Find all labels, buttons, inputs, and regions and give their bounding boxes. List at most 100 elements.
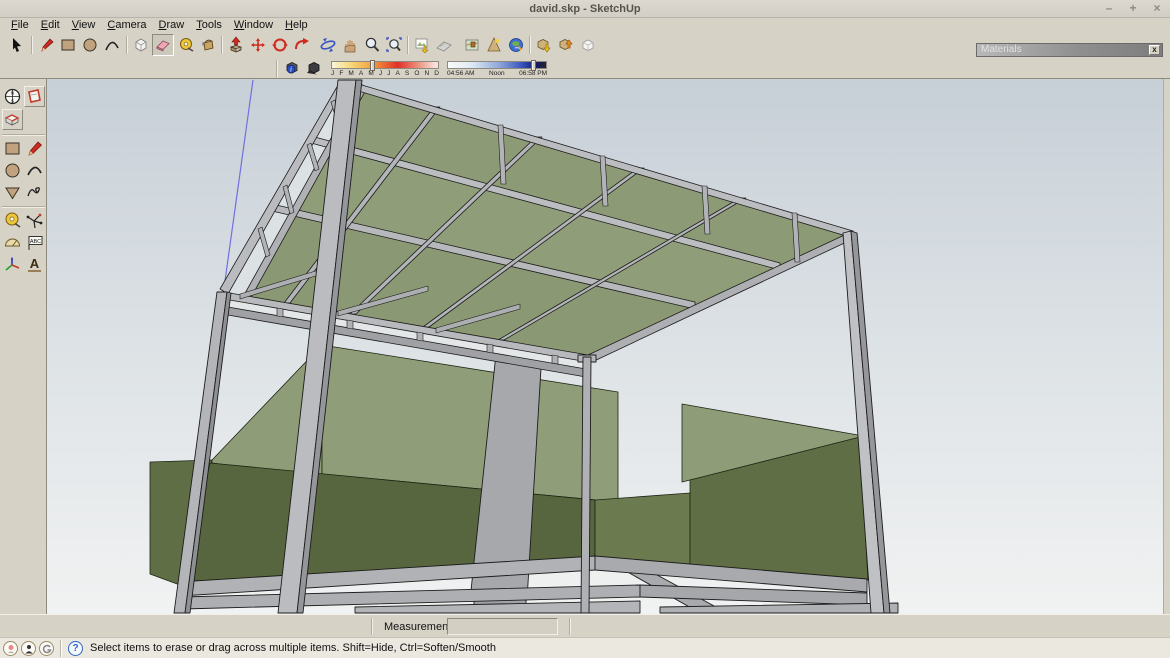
menu-view[interactable]: View — [66, 18, 102, 33]
toolbar-separator — [529, 36, 531, 54]
select-tool-button[interactable] — [6, 34, 28, 56]
svg-text:ABC: ABC — [30, 239, 41, 245]
toolbar-separator — [221, 36, 223, 54]
rectangle-icon — [59, 36, 77, 54]
move-tool-button[interactable] — [247, 34, 269, 56]
toolbar-separator — [126, 36, 128, 54]
get-view-icon — [413, 36, 431, 54]
make-component-button[interactable] — [130, 34, 152, 56]
menu-draw[interactable]: Draw — [153, 18, 191, 33]
left-tool-palette: NS — [0, 79, 47, 614]
get-models-icon — [535, 36, 553, 54]
component-cube-icon — [132, 36, 150, 54]
component-box-button[interactable] — [577, 34, 599, 56]
share-model-icon — [557, 36, 575, 54]
preview-google-earth-button[interactable] — [505, 34, 527, 56]
compass-tool-button[interactable]: NS — [2, 86, 23, 107]
zoom-extents-icon — [385, 36, 403, 54]
share-model-button[interactable] — [555, 34, 577, 56]
measurements-input[interactable] — [447, 618, 558, 635]
orbit-tool-button[interactable] — [317, 34, 339, 56]
freehand-icon — [25, 183, 44, 202]
3d-text-icon: A — [25, 255, 44, 274]
shadow-settings-button[interactable]: i — [281, 58, 303, 78]
menu-window[interactable]: Window — [228, 18, 279, 33]
date-gradient-strip — [331, 61, 439, 69]
pan-tool-button[interactable] — [339, 34, 361, 56]
photo-textures-icon — [485, 36, 503, 54]
arc-tool-button[interactable] — [101, 34, 123, 56]
menu-camera[interactable]: Camera — [101, 18, 152, 33]
credit-status-icon[interactable] — [21, 641, 36, 656]
rectangle-tool-button[interactable] — [57, 34, 79, 56]
status-separator — [60, 640, 62, 657]
palette-axes-button[interactable] — [2, 254, 23, 275]
eraser-icon — [154, 36, 172, 54]
zoom-extents-button[interactable] — [383, 34, 405, 56]
move-icon — [249, 36, 267, 54]
shadow-time-slider[interactable]: 04:56 AMNoon06:58 PM — [447, 60, 547, 77]
section-cut-icon — [3, 110, 22, 129]
signin-status-icon[interactable] — [39, 641, 54, 656]
zoom-tool-button[interactable] — [361, 34, 383, 56]
close-button[interactable]: × — [1150, 0, 1164, 18]
help-icon[interactable]: ? — [68, 641, 83, 656]
arc-icon — [25, 161, 44, 180]
section-plane-button[interactable] — [24, 86, 45, 107]
polygon-icon — [3, 183, 22, 202]
svg-text:N: N — [11, 91, 14, 96]
add-location-button[interactable] — [461, 34, 483, 56]
minimize-button[interactable]: – — [1102, 0, 1116, 18]
shadow-settings-icon: i — [283, 59, 301, 77]
get-current-view-button[interactable] — [411, 34, 433, 56]
push-pull-button[interactable] — [225, 34, 247, 56]
palette-tape-measure-button[interactable] — [2, 210, 23, 231]
get-models-button[interactable] — [533, 34, 555, 56]
palette-3d-text-button[interactable]: A — [24, 254, 45, 275]
palette-arc-button[interactable] — [24, 160, 45, 181]
materials-panel-titlebar[interactable]: Materials x — [976, 43, 1163, 57]
palette-axes-tool-button[interactable] — [24, 210, 45, 231]
toggle-shadows-button[interactable] — [303, 58, 325, 78]
menu-edit[interactable]: Edit — [35, 18, 66, 33]
follow-me-button[interactable] — [291, 34, 313, 56]
push-pull-icon — [227, 36, 245, 54]
palette-line-button[interactable] — [24, 138, 45, 159]
rotate-icon — [271, 36, 289, 54]
palette-text-button[interactable]: ABC — [24, 232, 45, 253]
add-location-icon — [463, 36, 481, 54]
date-slider-thumb[interactable] — [370, 60, 375, 71]
toggle-terrain-button[interactable] — [433, 34, 455, 56]
menu-help[interactable]: Help — [279, 18, 314, 33]
palette-separator — [2, 206, 45, 208]
tape-measure-button[interactable] — [175, 34, 197, 56]
palette-freehand-button[interactable] — [24, 182, 45, 203]
menu-bar: File Edit View Camera Draw Tools Window … — [0, 18, 1170, 33]
menu-file[interactable]: File — [5, 18, 35, 33]
time-slider-thumb[interactable] — [531, 60, 536, 71]
line-tool-button[interactable] — [35, 34, 57, 56]
palette-circle-button[interactable] — [2, 160, 23, 181]
terrain-plane-icon — [435, 36, 453, 54]
geolocation-status-icon[interactable] — [3, 641, 18, 656]
measure-separator — [569, 618, 571, 635]
photo-textures-button[interactable] — [483, 34, 505, 56]
eraser-tool-button[interactable] — [152, 34, 174, 56]
paint-bucket-button[interactable] — [197, 34, 219, 56]
rectangle-icon — [3, 139, 22, 158]
model-viewport[interactable] — [47, 79, 1163, 614]
menu-tools[interactable]: Tools — [190, 18, 228, 33]
materials-close-button[interactable]: x — [1149, 45, 1160, 55]
circle-tool-button[interactable] — [79, 34, 101, 56]
window-title: david.skp - SketchUp — [529, 3, 640, 15]
palette-rectangle-button[interactable] — [2, 138, 23, 159]
section-cut-button[interactable] — [2, 109, 23, 130]
svg-text:A: A — [30, 256, 40, 271]
palette-protractor-button[interactable] — [2, 232, 23, 253]
maximize-button[interactable]: + — [1126, 0, 1140, 18]
palette-polygon-button[interactable] — [2, 182, 23, 203]
title-bar: david.skp - SketchUp – + × — [0, 0, 1170, 18]
text-tool-icon: ABC — [25, 233, 44, 252]
shadow-date-slider[interactable]: JFMAMJJASOND — [331, 60, 439, 77]
rotate-tool-button[interactable] — [269, 34, 291, 56]
